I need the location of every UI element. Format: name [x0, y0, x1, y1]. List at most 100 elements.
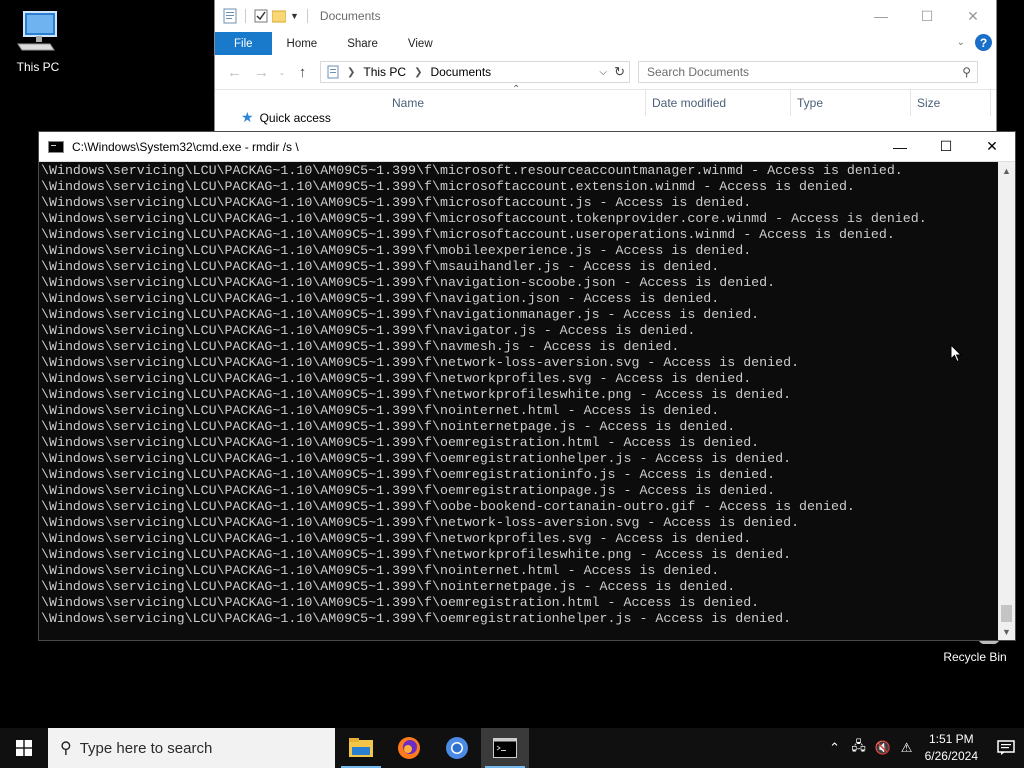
console-line: \Windows\servicing\LCU\PACKAG~1.10\AM09C…: [41, 227, 895, 242]
properties-icon[interactable]: [223, 8, 237, 24]
star-icon: ★: [241, 109, 254, 125]
cmd-icon: [48, 140, 64, 153]
taskbar-search-box[interactable]: ⚲ Type here to search: [48, 728, 335, 768]
scroll-thumb[interactable]: [1001, 605, 1012, 622]
column-name[interactable]: Name: [392, 96, 424, 110]
search-placeholder: Search Documents: [647, 65, 750, 79]
tab-share[interactable]: Share: [332, 32, 393, 55]
minimize-button[interactable]: —: [877, 132, 923, 161]
address-bar[interactable]: ❯ This PC ❯ Documents ⌵ ↻: [320, 61, 630, 83]
taskbar-file-explorer[interactable]: [337, 728, 385, 768]
tab-file[interactable]: File: [215, 32, 272, 55]
chromium-icon: [446, 737, 468, 759]
tab-home[interactable]: Home: [272, 32, 333, 55]
breadcrumb-this-pc[interactable]: This PC: [363, 65, 406, 79]
console-line: \Windows\servicing\LCU\PACKAG~1.10\AM09C…: [41, 291, 720, 306]
address-dropdown-icon[interactable]: ⌵: [599, 67, 607, 78]
breadcrumb-separator-icon[interactable]: ❯: [347, 67, 355, 78]
search-icon: ⚲: [962, 65, 971, 79]
cmd-window[interactable]: C:\Windows\System32\cmd.exe - rmdir /s \…: [38, 131, 1016, 641]
desktop-icon-this-pc[interactable]: This PC: [0, 8, 76, 74]
console-line: \Windows\servicing\LCU\PACKAG~1.10\AM09C…: [41, 611, 792, 626]
notification-icon: [997, 740, 1015, 755]
close-button[interactable]: ✕: [950, 0, 996, 32]
minimize-button[interactable]: —: [858, 0, 904, 32]
console-line: \Windows\servicing\LCU\PACKAG~1.10\AM09C…: [41, 211, 927, 226]
close-button[interactable]: ✕: [969, 132, 1015, 161]
console-line: \Windows\servicing\LCU\PACKAG~1.10\AM09C…: [41, 163, 903, 178]
chevron-up-icon[interactable]: ⌃: [823, 740, 847, 756]
help-icon[interactable]: ?: [975, 34, 992, 51]
console-line: \Windows\servicing\LCU\PACKAG~1.10\AM09C…: [41, 387, 792, 402]
maximize-button[interactable]: ☐: [904, 0, 950, 32]
forward-button[interactable]: →: [248, 64, 275, 81]
console-line: \Windows\servicing\LCU\PACKAG~1.10\AM09C…: [41, 419, 736, 434]
cmd-titlebar[interactable]: C:\Windows\System32\cmd.exe - rmdir /s \…: [39, 132, 1015, 162]
ribbon-tabs: File Home Share View ⌄ ?: [215, 32, 996, 55]
console-line: \Windows\servicing\LCU\PACKAG~1.10\AM09C…: [41, 531, 752, 546]
taskbar-search-placeholder: Type here to search: [79, 739, 213, 757]
console-output[interactable]: \Windows\servicing\LCU\PACKAG~1.10\AM09C…: [39, 162, 999, 640]
console-line: \Windows\servicing\LCU\PACKAG~1.10\AM09C…: [41, 259, 720, 274]
file-explorer-window[interactable]: ▼ Documents — ☐ ✕ File Home Share View ⌄…: [214, 0, 997, 135]
cmd-icon: [493, 738, 517, 758]
breadcrumb-separator-icon[interactable]: ❯: [414, 67, 422, 78]
column-headers: ⌃ Name Date modified Type Size: [215, 84, 996, 116]
nav-item-label: Quick access: [259, 110, 331, 125]
scroll-down-arrow[interactable]: ▼: [998, 623, 1015, 640]
recent-locations-icon[interactable]: ⌄: [275, 68, 289, 77]
system-tray: ⌃ 🖧 🔇 ⚠ 1:51 PM 6/26/2024: [823, 728, 1024, 768]
volume-muted-icon[interactable]: 🔇: [871, 740, 895, 756]
console-line: \Windows\servicing\LCU\PACKAG~1.10\AM09C…: [41, 515, 800, 530]
taskbar-cmd[interactable]: [481, 728, 529, 768]
console-line: \Windows\servicing\LCU\PACKAG~1.10\AM09C…: [41, 547, 792, 562]
window-title: Documents: [319, 9, 381, 23]
console-line: \Windows\servicing\LCU\PACKAG~1.10\AM09C…: [41, 323, 696, 338]
taskbar-firefox[interactable]: [385, 728, 433, 768]
clock[interactable]: 1:51 PM 6/26/2024: [925, 731, 978, 765]
console-line: \Windows\servicing\LCU\PACKAG~1.10\AM09C…: [41, 307, 760, 322]
back-button[interactable]: ←: [221, 64, 248, 81]
start-button[interactable]: [0, 728, 48, 768]
console-line: \Windows\servicing\LCU\PACKAG~1.10\AM09C…: [41, 435, 760, 450]
taskbar-chromium[interactable]: [433, 728, 481, 768]
column-size[interactable]: Size: [917, 96, 940, 110]
new-folder-icon[interactable]: [272, 8, 286, 24]
documents-icon: [327, 65, 339, 79]
up-button[interactable]: ↑: [289, 64, 316, 81]
search-input[interactable]: Search Documents ⚲: [638, 61, 978, 83]
notifications-button[interactable]: [988, 728, 1024, 768]
console-line: \Windows\servicing\LCU\PACKAG~1.10\AM09C…: [41, 563, 720, 578]
console-line: \Windows\servicing\LCU\PACKAG~1.10\AM09C…: [41, 371, 752, 386]
this-pc-icon: [17, 11, 57, 51]
scroll-up-arrow[interactable]: ▲: [998, 162, 1015, 179]
mouse-cursor-icon: [950, 344, 962, 363]
breadcrumb-documents[interactable]: Documents: [430, 65, 491, 79]
expand-ribbon-icon[interactable]: ⌄: [957, 37, 965, 48]
console-line: \Windows\servicing\LCU\PACKAG~1.10\AM09C…: [41, 275, 776, 290]
tab-view[interactable]: View: [393, 32, 448, 55]
refresh-icon[interactable]: ↻: [614, 64, 625, 80]
network-icon[interactable]: 🖧: [847, 737, 871, 759]
firefox-icon: [398, 737, 420, 759]
navigation-bar: ← → ⌄ ↑ ❯ This PC ❯ Documents ⌵ ↻ Search…: [215, 55, 996, 90]
explorer-titlebar[interactable]: ▼ Documents — ☐ ✕: [215, 0, 996, 32]
vertical-scrollbar[interactable]: ▲ ▼: [998, 162, 1015, 640]
column-date-modified[interactable]: Date modified: [652, 96, 726, 110]
taskbar: ⚲ Type here to search ⌃ 🖧 🔇 ⚠ 1:51 PM 6/…: [0, 728, 1024, 768]
console-line: \Windows\servicing\LCU\PACKAG~1.10\AM09C…: [41, 403, 720, 418]
nav-item-quick-access[interactable]: ★ Quick access: [241, 109, 331, 126]
console-line: \Windows\servicing\LCU\PACKAG~1.10\AM09C…: [41, 595, 760, 610]
window-title: C:\Windows\System32\cmd.exe - rmdir /s \: [72, 139, 299, 154]
action-center-alert-icon[interactable]: ⚠: [895, 740, 919, 756]
windows-logo-icon: [16, 740, 32, 756]
chevron-down-icon[interactable]: ▼: [290, 11, 299, 21]
file-explorer-icon: [349, 738, 373, 757]
console-line: \Windows\servicing\LCU\PACKAG~1.10\AM09C…: [41, 467, 776, 482]
clock-time: 1:51 PM: [928, 732, 974, 746]
search-icon: ⚲: [60, 740, 72, 757]
checkbox-icon[interactable]: [254, 8, 268, 24]
console-line: \Windows\servicing\LCU\PACKAG~1.10\AM09C…: [41, 483, 776, 498]
maximize-button[interactable]: ☐: [923, 132, 969, 161]
column-type[interactable]: Type: [797, 96, 823, 110]
